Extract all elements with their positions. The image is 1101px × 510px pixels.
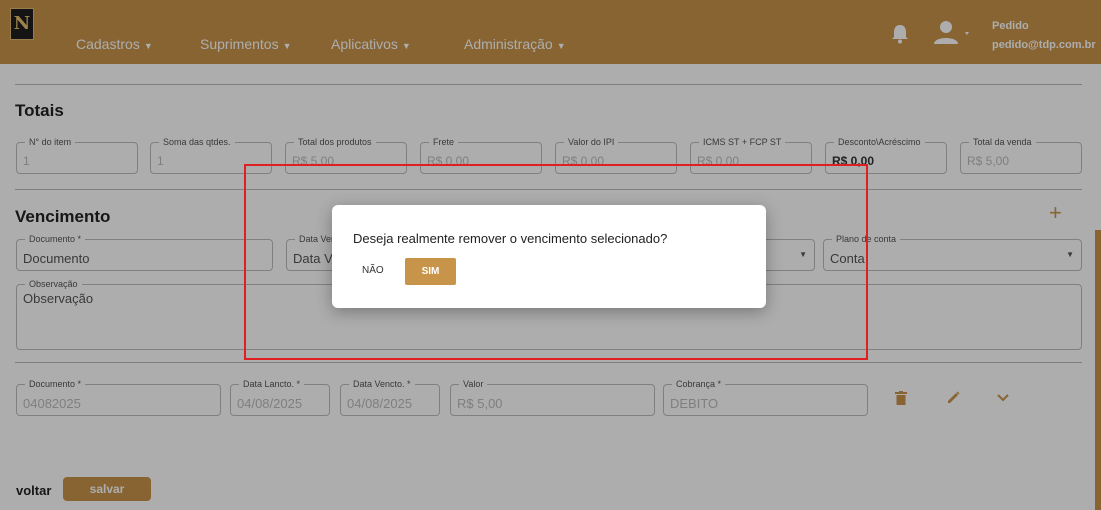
highlight-box bbox=[244, 164, 868, 360]
